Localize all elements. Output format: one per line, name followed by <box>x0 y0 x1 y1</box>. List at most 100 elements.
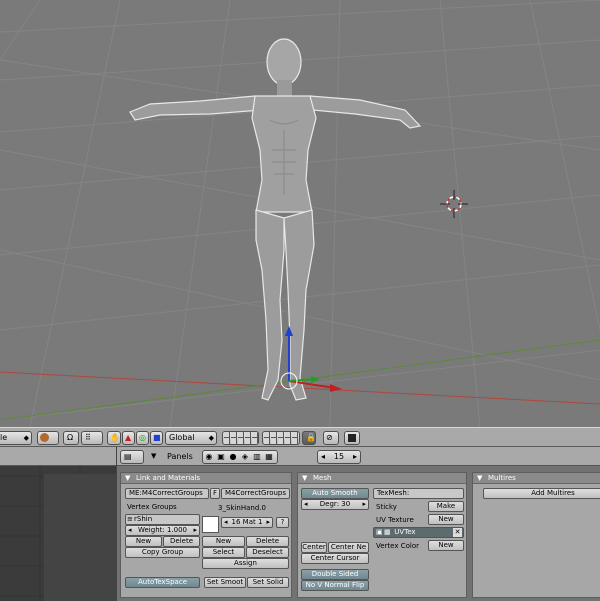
window-type-select[interactable]: ▤ <box>120 450 144 464</box>
manipulator-translate[interactable]: ▲ <box>122 431 135 445</box>
orientation-label: Global <box>169 433 195 442</box>
snap-toggle[interactable]: ⠿ <box>81 431 103 445</box>
pivot-select[interactable]: Ω <box>63 431 79 445</box>
rotate-circle-icon: ◎ <box>139 433 146 442</box>
script-icon[interactable]: ▣ <box>215 451 227 463</box>
add-multires-button[interactable]: Add Multires <box>483 488 600 499</box>
3d-viewport[interactable] <box>0 0 600 427</box>
material-help-button[interactable]: ? <box>276 517 289 528</box>
editing-icon[interactable]: ▥ <box>251 451 263 463</box>
mesh-title: Mesh <box>313 474 332 482</box>
uv-texture-new-label: New <box>438 515 454 523</box>
multires-title-bar[interactable]: ▼ Multires <box>473 473 600 484</box>
object-name-field[interactable]: M4CorrectGroups <box>221 488 290 499</box>
mode-select-label: le <box>0 433 8 442</box>
collapse-triangle-icon[interactable]: ▼ <box>125 473 130 483</box>
pivot-icon: Ω <box>67 433 74 442</box>
material-delete-label: Delete <box>256 537 279 545</box>
shading-icon[interactable]: ● <box>227 451 239 463</box>
copy-group-button[interactable]: Copy Group <box>125 547 200 558</box>
increment-arrow-icon: ▸ <box>193 526 197 534</box>
close-icon[interactable]: ✕ <box>453 528 462 537</box>
layer-lock-toggle[interactable]: 🔒 <box>302 431 316 445</box>
context-buttons[interactable]: ◉ ▣ ● ◈ ▥ ▦ <box>202 450 278 464</box>
material-new-button[interactable]: New <box>202 536 245 547</box>
vertex-color-new-button[interactable]: New <box>428 540 464 551</box>
auto-smooth-toggle[interactable]: Auto Smooth <box>301 488 369 499</box>
material-index-field[interactable]: ◂ 16 Mat 1 ▸ <box>221 517 273 528</box>
autotexspace-toggle[interactable]: AutoTexSpace <box>125 577 200 588</box>
render-view-button[interactable] <box>344 431 360 445</box>
auto-smooth-label: Auto Smooth <box>312 489 358 497</box>
object-icon[interactable]: ◈ <box>239 451 251 463</box>
mesh-datablock-field[interactable]: ME:M4CorrectGroups <box>125 488 209 499</box>
orientation-select[interactable]: Global ◆ <box>165 431 217 445</box>
center-cursor-button[interactable]: Center Cursor <box>301 553 369 564</box>
degree-field[interactable]: ◂ Degr: 30 ▸ <box>301 499 369 510</box>
material-color-swatch[interactable] <box>202 516 219 533</box>
set-solid-button[interactable]: Set Solid <box>247 577 289 588</box>
double-sided-toggle[interactable]: Double Sided <box>301 569 369 580</box>
sticky-make-button[interactable]: Make <box>428 501 464 512</box>
ipo-link-button[interactable]: ⊘ <box>323 431 339 445</box>
center-button[interactable]: Center <box>301 542 327 553</box>
3d-cursor[interactable] <box>440 190 468 218</box>
vgroup-delete-button[interactable]: Delete <box>163 536 200 547</box>
multires-title: Multires <box>488 474 516 482</box>
manipulator-hand-toggle[interactable]: ✋ <box>107 431 121 445</box>
layer-cell[interactable] <box>252 438 258 444</box>
layer-cell[interactable] <box>245 438 251 444</box>
manipulator-rotate[interactable]: ◎ <box>136 431 149 445</box>
material-assign-button[interactable]: Assign <box>202 558 289 569</box>
layer-cell[interactable] <box>224 438 230 444</box>
double-sided-label: Double Sided <box>311 570 359 578</box>
layer-cell[interactable] <box>292 438 298 444</box>
no-v-normal-flip-toggle[interactable]: No V Normal Flip <box>301 580 369 591</box>
sticky-make-label: Make <box>436 502 456 510</box>
layer-cell[interactable] <box>231 438 237 444</box>
layer-cell[interactable] <box>278 438 284 444</box>
uv-texture-new-button[interactable]: New <box>428 514 464 525</box>
layer-cell[interactable] <box>271 438 277 444</box>
set-smooth-button[interactable]: Set Smoot <box>204 577 246 588</box>
layer-cell[interactable] <box>264 438 270 444</box>
manipulator-scale[interactable]: ■ <box>150 431 163 445</box>
weight-slider[interactable]: ◂ Weight: 1.000 ▸ <box>125 525 200 536</box>
fake-user-button[interactable]: F <box>210 488 220 499</box>
group-menu-icon: ≡ <box>127 515 133 523</box>
texmesh-label: TexMesh: <box>377 489 410 497</box>
center-new-label: Center Ne <box>330 543 367 551</box>
layer-buttons-row-1a[interactable] <box>222 431 259 445</box>
scale-square-icon: ■ <box>153 433 161 442</box>
frame-number-field[interactable]: ◂ 15 ▸ <box>317 450 361 464</box>
center-new-button[interactable]: Center Ne <box>328 542 369 553</box>
triangle-icon: ▲ <box>125 433 132 442</box>
left-editor-area <box>0 447 116 601</box>
layer-buttons-row-1b[interactable] <box>262 431 300 445</box>
link-materials-title-bar[interactable]: ▼ Link and Materials <box>121 473 291 484</box>
uvtex-layer-field[interactable]: ▣▦ UVTex ✕ <box>373 527 464 538</box>
material-select-button[interactable]: Select <box>202 547 245 558</box>
decrement-arrow-icon: ◂ <box>304 500 308 508</box>
fake-user-label: F <box>212 489 218 497</box>
collapse-triangle-icon[interactable]: ▼ <box>302 473 307 483</box>
logic-icon[interactable]: ◉ <box>203 451 215 463</box>
mode-select[interactable]: le ◆ <box>0 431 32 445</box>
material-delete-button[interactable]: Delete <box>246 536 289 547</box>
vertex-group-field[interactable]: ≡rShin <box>125 514 200 525</box>
material-deselect-button[interactable]: Deselect <box>246 547 289 558</box>
collapse-menu-icon[interactable]: ▼ <box>151 452 156 461</box>
left-editor-grid[interactable] <box>0 466 116 601</box>
collapse-triangle-icon[interactable]: ▼ <box>477 473 482 483</box>
hand-icon: ✋ <box>110 433 120 442</box>
vgroup-new-button[interactable]: New <box>125 536 162 547</box>
mesh-title-bar[interactable]: ▼ Mesh <box>298 473 466 484</box>
layer-cell[interactable] <box>285 438 291 444</box>
vertex-color-label: Vertex Color <box>376 542 420 550</box>
object-name: M4CorrectGroups <box>225 489 287 497</box>
scene-icon[interactable]: ▦ <box>263 451 275 463</box>
draw-type-select[interactable] <box>37 431 59 445</box>
vertex-group-name: rShin <box>134 515 153 523</box>
texmesh-field[interactable]: TexMesh: <box>373 488 464 499</box>
layer-cell[interactable] <box>238 438 244 444</box>
